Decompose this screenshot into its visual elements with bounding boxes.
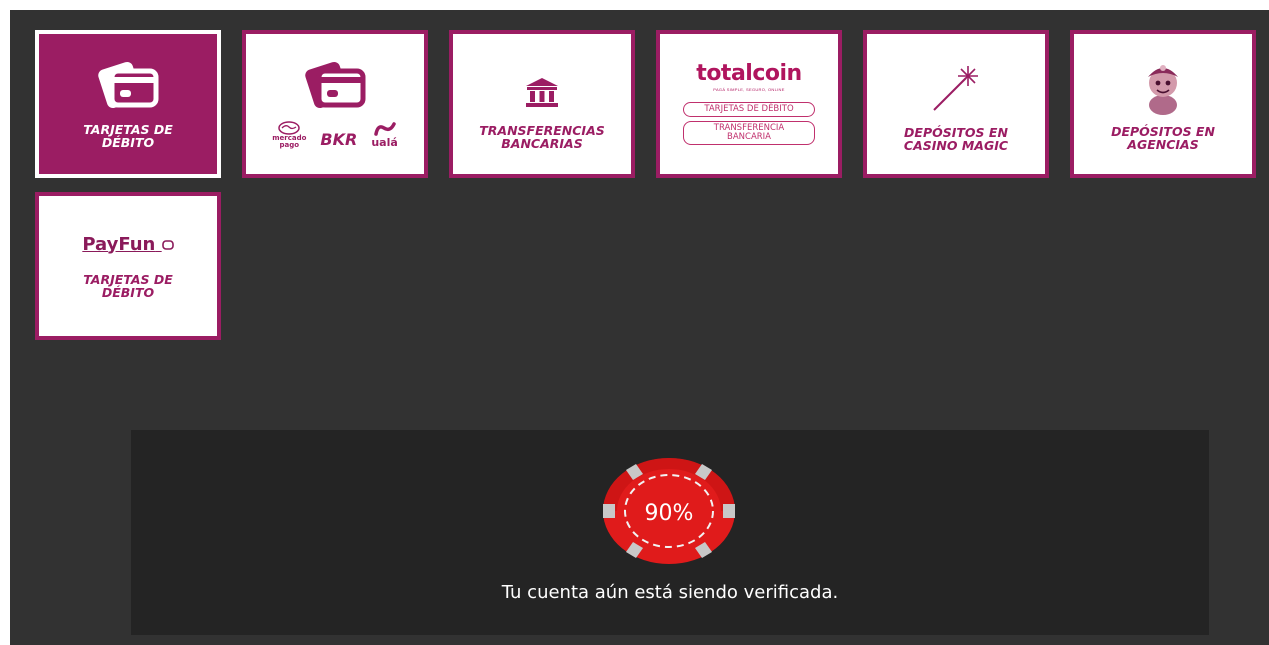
- bank-icon: [526, 78, 558, 107]
- payment-tile-tarjetas-debito[interactable]: TARJETAS DE DÉBITO: [35, 30, 221, 178]
- totalcoin-logo: totalcoin: [696, 61, 802, 86]
- tile-label: TARJETAS DE DÉBITO: [83, 122, 173, 150]
- tile-label: TARJETAS DE DÉBITO: [83, 271, 173, 300]
- verification-panel: 90% Tu cuenta aún está siendo verificada…: [131, 430, 1209, 635]
- credit-card-icon: [305, 61, 366, 109]
- mercadopago-logo: mercado pago: [272, 121, 306, 149]
- payfun-mark-icon: [161, 239, 174, 250]
- payment-tile-payfun[interactable]: PayFun TARJETAS DE DÉBITO: [35, 192, 221, 340]
- pill-tarjetas: TARJETAS DE DÉBITO: [683, 102, 815, 117]
- payfun-wordmark: PayFun: [82, 233, 156, 255]
- pill-transferencia: TRANSFERENCIA BANCARIA: [683, 121, 815, 145]
- tile-label: DEPÓSITOS EN AGENCIAS: [1111, 124, 1215, 152]
- wallet-logos: mercado pago BKR ualá: [272, 121, 398, 149]
- verification-message: Tu cuenta aún está siendo verificada.: [501, 582, 839, 603]
- magic-wand-icon: [933, 66, 978, 111]
- credit-card-icon: [98, 61, 159, 109]
- poker-chip-progress-icon: 90%: [603, 458, 735, 564]
- totalcoin-tagline: PAGÁ SIMPLE, SEGURO, ONLINE: [713, 87, 785, 92]
- tile-label: DEPÓSITOS EN CASINO MAGIC: [903, 125, 1009, 153]
- mascot-icon: [1148, 65, 1178, 115]
- progress-percent: 90%: [645, 501, 694, 526]
- handshake-icon: [278, 121, 301, 135]
- payment-tile-transferencias[interactable]: TRANSFERENCIAS BANCARIAS: [449, 30, 635, 178]
- payment-methods-container: TARJETAS DE DÉBITO mercado pago BKR ualá…: [10, 10, 1269, 645]
- payment-tile-billeteras[interactable]: mercado pago BKR ualá: [242, 30, 428, 178]
- bkr-logo: BKR: [320, 130, 358, 149]
- payment-tile-casino-magic[interactable]: DEPÓSITOS EN CASINO MAGIC: [863, 30, 1049, 178]
- payment-tile-totalcoin[interactable]: totalcoin PAGÁ SIMPLE, SEGURO, ONLINE TA…: [656, 30, 842, 178]
- tile-label: TRANSFERENCIAS BANCARIAS: [479, 123, 605, 151]
- uala-logo: ualá: [371, 122, 398, 149]
- payment-tile-agencias[interactable]: DEPÓSITOS EN AGENCIAS: [1070, 30, 1256, 178]
- uala-wave-icon: [373, 122, 396, 136]
- payfun-logo: PayFun: [82, 233, 174, 255]
